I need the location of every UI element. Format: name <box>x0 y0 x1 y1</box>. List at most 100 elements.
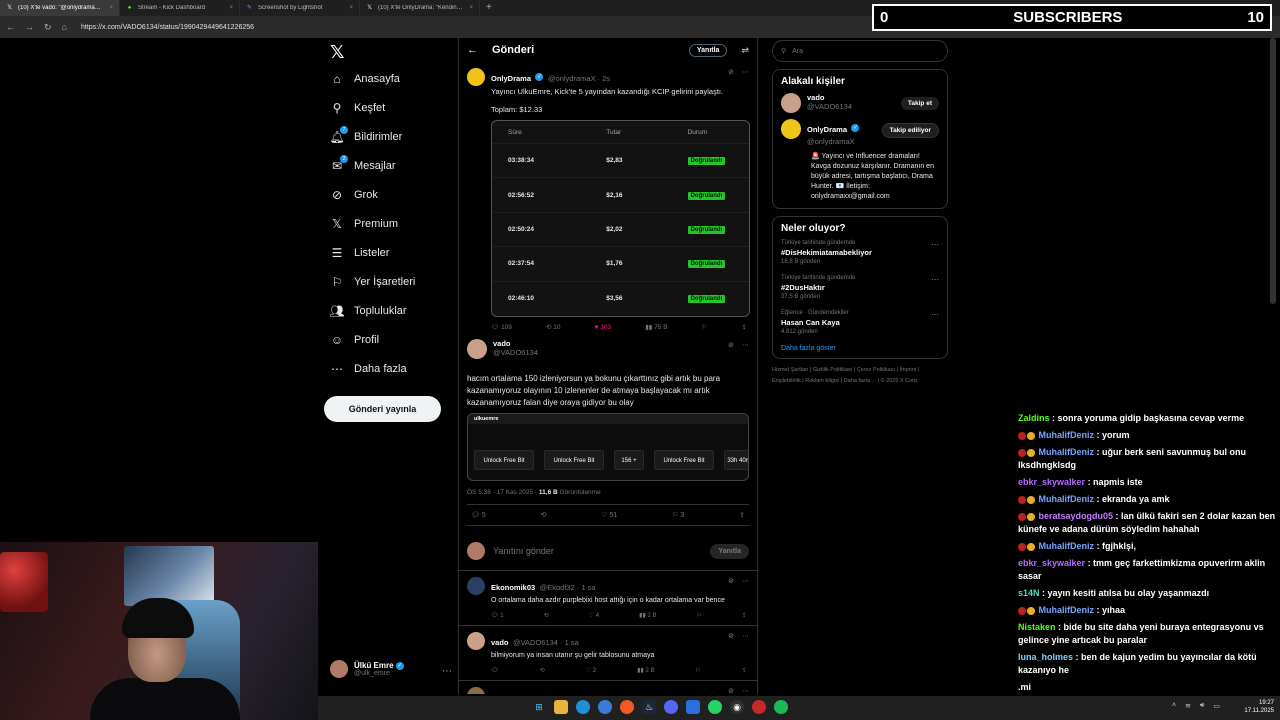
more-icon[interactable]: ⋯ <box>742 687 749 694</box>
parent-post[interactable]: OnlyDrama ✓ @onlydramaX · 2s Yayıncı Ulk… <box>459 62 757 337</box>
reply-action[interactable]: 💬︎ 1 <box>491 612 504 619</box>
browser-tab[interactable]: ● Stream - Kick Dashboard × <box>120 0 240 16</box>
more-icon[interactable]: ⋯ <box>742 632 749 640</box>
nav-explore[interactable]: ⚲ Keşfet <box>330 101 386 115</box>
chat-username[interactable]: s14N <box>1018 588 1040 598</box>
person-card[interactable]: OnlyDrama ✓ @onlydramaX Takip ediliyor <box>781 119 939 146</box>
like-action[interactable]: ♡ 2 <box>586 667 596 674</box>
footer-link[interactable]: Çerez Politikası <box>857 367 895 373</box>
bookmark-icon[interactable]: ⚐ <box>696 612 701 619</box>
address-field[interactable]: https://x.com/VADO6134/status/1990429449… <box>81 24 254 31</box>
settings-sliders-icon[interactable]: ⇌ <box>741 45 749 56</box>
follow-button[interactable]: Takip et <box>900 97 939 110</box>
following-button[interactable]: Takip ediliyor <box>881 123 939 138</box>
nav-profile[interactable]: ☺ Profil <box>330 333 379 347</box>
share-icon[interactable]: ⇪ <box>742 667 747 674</box>
grok-icon[interactable]: ⊘ <box>728 68 734 76</box>
close-tab-icon[interactable]: × <box>469 5 473 11</box>
reply-action[interactable]: 💬︎ 5 <box>471 511 486 519</box>
reply-input[interactable]: Yanıtını gönder <box>493 546 702 556</box>
like-action[interactable]: ♡ 51 <box>601 511 617 519</box>
share-icon[interactable]: ⇪ <box>739 511 745 519</box>
more-icon[interactable]: ⋯ <box>742 341 749 349</box>
close-tab-icon[interactable]: × <box>109 5 113 11</box>
avatar[interactable] <box>467 339 487 359</box>
reload-icon[interactable]: ↻ <box>44 22 52 33</box>
whatsapp-icon[interactable] <box>708 700 722 714</box>
kcip-table-image[interactable]: Süre Tutar Durum 03:38:34 $2,83 Doğrulandı… <box>491 120 750 317</box>
like-action[interactable]: ♥ 303 <box>595 324 612 331</box>
nav-notifications[interactable]: 🔔︎ 7 Bildirimler <box>329 126 402 144</box>
brave-icon[interactable] <box>620 700 634 714</box>
battery-icon[interactable]: ▭ <box>1213 702 1220 710</box>
share-icon[interactable]: ⇪ <box>742 612 747 619</box>
more-icon[interactable]: ⋯ <box>931 240 939 249</box>
chat-username[interactable]: ebkr_skywalker <box>1018 477 1085 487</box>
post-button[interactable]: Gönderi yayınla <box>324 396 441 422</box>
avatar[interactable] <box>467 687 485 694</box>
nav-lists[interactable]: ☰ Listeler <box>330 246 390 260</box>
reply-submit-button[interactable]: Yanıtla <box>710 543 749 559</box>
forward-icon[interactable]: → <box>25 22 34 32</box>
footer-link[interactable]: Hizmet Şartları <box>772 367 808 373</box>
footer-link[interactable]: İmprint <box>900 367 917 373</box>
close-tab-icon[interactable]: × <box>349 5 353 11</box>
bookmark-icon[interactable]: ⚐ <box>702 323 708 331</box>
nav-messages[interactable]: ✉ 2 Mesajlar <box>330 155 396 173</box>
reply-action[interactable]: 💬︎ 109 <box>491 323 512 331</box>
browser-tab[interactable]: 𝕏 (10) X'te vado: "@onlydramaX ha × <box>0 0 120 16</box>
search-input[interactable]: ⚲ Ara <box>772 40 948 62</box>
chat-username[interactable]: MuhalifDeniz <box>1039 430 1095 440</box>
views-action[interactable]: ▮▮ 2 B <box>639 612 656 619</box>
more-icon[interactable]: ⋯ <box>931 275 939 284</box>
steam-icon[interactable]: ♨ <box>642 700 656 714</box>
chat-username[interactable]: Zaldins <box>1018 413 1050 423</box>
browser-tab[interactable]: 𝕏 (10) X'te OnlyDrama: "Kendine M × <box>360 0 480 16</box>
repost-action[interactable]: ⟲ 10 <box>546 323 561 331</box>
explorer-icon[interactable] <box>554 700 568 714</box>
account-switcher[interactable]: Ülkü Emre ✓ @ulk_emre ⋯ <box>330 660 452 678</box>
close-tab-icon[interactable]: × <box>229 5 233 11</box>
reply-post[interactable]: vado @VADO6134 · 1 sa bilmiyorum ya insan… <box>459 626 757 681</box>
footer-link[interactable]: © 2025 X Corp. <box>881 378 919 384</box>
chat-username[interactable]: beratsaydogdu05 <box>1039 511 1114 521</box>
spotify-icon[interactable] <box>774 700 788 714</box>
views-action[interactable]: ▮▮ 2 B <box>637 667 654 674</box>
avatar[interactable] <box>467 577 485 595</box>
repost-action[interactable]: ⟲ <box>540 667 545 674</box>
nav-communities[interactable]: 👥︎ Topluluklar <box>329 304 406 318</box>
x-logo-icon[interactable]: 𝕏 <box>330 42 345 63</box>
discord-icon[interactable] <box>664 700 678 714</box>
views-action[interactable]: ▮▮ 75 B <box>645 323 667 331</box>
grok-icon[interactable]: ⊘ <box>728 341 734 349</box>
footer-link[interactable]: Erişilebilirlik <box>772 378 801 384</box>
volume-icon[interactable]: 🔊︎ <box>1200 702 1204 710</box>
nav-home[interactable]: ⌂ Anasayfa <box>330 72 400 86</box>
back-icon[interactable]: ← <box>6 22 15 32</box>
footer-link[interactable]: Gizlilik Politikası <box>813 367 852 373</box>
more-icon[interactable]: ⋯ <box>742 68 749 76</box>
repost-action[interactable]: ⟲ <box>544 612 549 619</box>
trend-item[interactable]: Eğlence · Gündemdekiler Hasan Can Kaya 4.8… <box>781 310 939 335</box>
wifi-icon[interactable]: ≋ <box>1185 702 1191 710</box>
grok-icon[interactable]: ⊘ <box>728 632 734 640</box>
page-scrollbar[interactable] <box>1270 38 1276 304</box>
more-icon[interactable]: ⋯ <box>742 577 749 585</box>
header-reply-button[interactable]: Yanıtla <box>688 43 728 57</box>
chat-username[interactable]: MuhalifDeniz <box>1039 447 1095 457</box>
grok-icon[interactable]: ⊘ <box>728 687 734 694</box>
new-tab-icon[interactable]: + <box>480 0 498 16</box>
chat-username[interactable]: MuhalifDeniz <box>1039 605 1095 615</box>
reply-post[interactable]: Emre Yılmaz @TalatPasax · 1 saOrtalama 3… <box>459 681 757 694</box>
browser-tab[interactable]: ✎ Screenshot by Lightshot × <box>240 0 360 16</box>
embedded-screenshot[interactable]: ulkuemre Unlock Free Bit Unlock Free Bit… <box>467 413 749 481</box>
chat-username[interactable]: Nistaken <box>1018 622 1056 632</box>
trend-item[interactable]: Türkiye tarihinde gündemde #2DusHaktır 37,… <box>781 275 939 300</box>
home-icon[interactable]: ⌂ <box>62 22 67 32</box>
person-card[interactable]: vado @VADO6134 Takip et <box>781 93 939 113</box>
chat-username[interactable]: MuhalifDeniz <box>1039 494 1095 504</box>
bookmark-action[interactable]: ⚐ 3 <box>672 511 684 519</box>
avatar[interactable] <box>467 68 485 86</box>
chat-username[interactable]: luna_holmes <box>1018 652 1073 662</box>
like-action[interactable]: ♡ 4 <box>589 612 599 619</box>
